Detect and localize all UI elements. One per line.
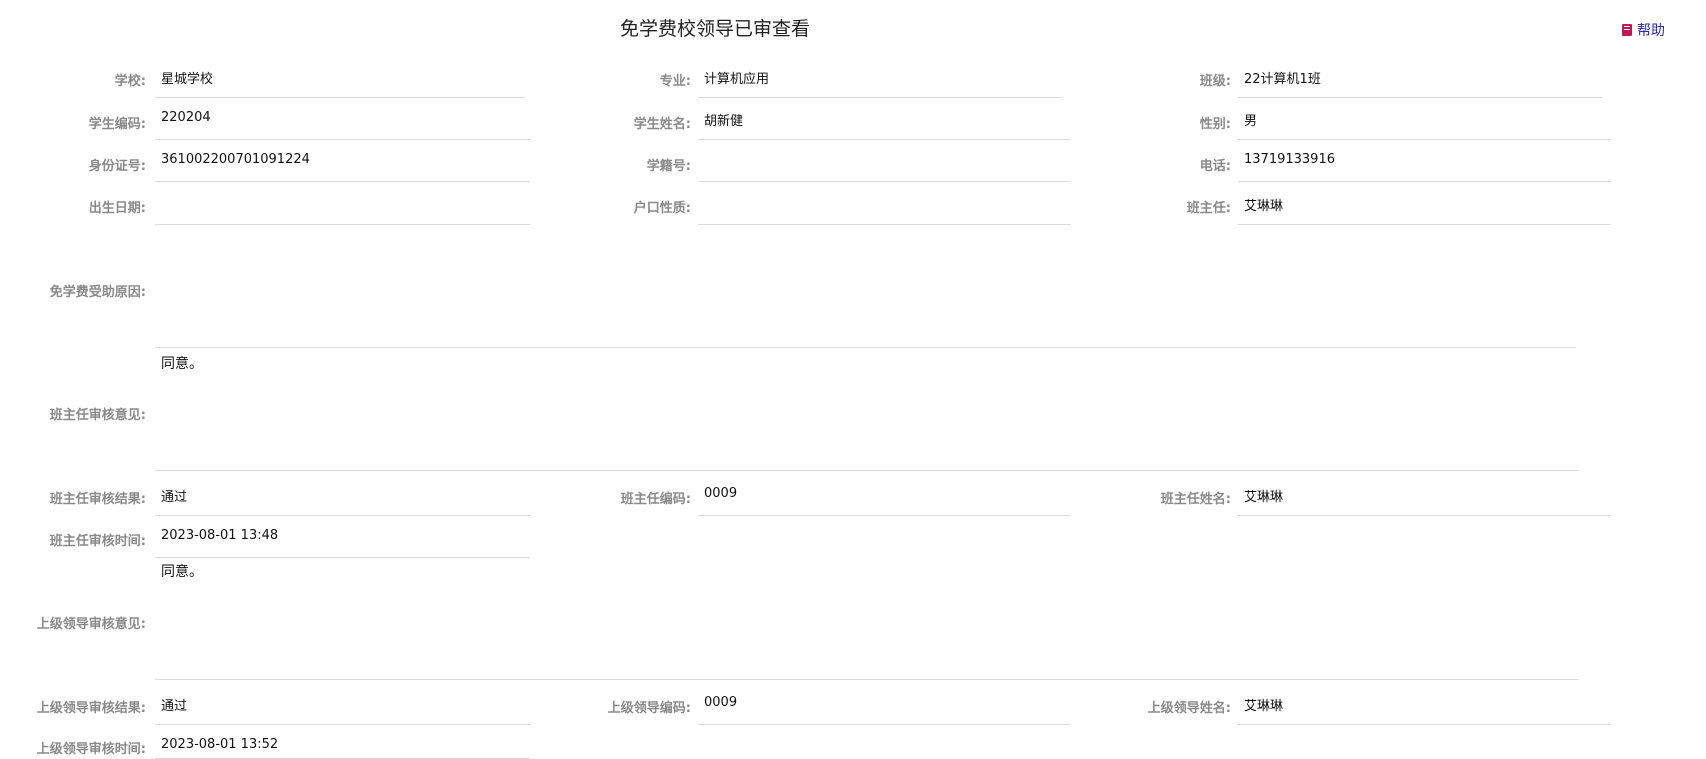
phone-label: 电话: xyxy=(1199,159,1231,174)
book-icon xyxy=(1622,24,1632,36)
page-title: 免学费校领导已审查看 xyxy=(619,18,810,40)
aid-reason-label: 免学费受助原因: xyxy=(49,285,146,300)
leader-code-field[interactable]: 0009 xyxy=(698,689,1071,725)
leader-name-label: 上级领导姓名: xyxy=(1147,701,1231,716)
student-registry-label: 学籍号: xyxy=(646,159,691,174)
major-field[interactable]: 计算机应用 xyxy=(698,62,1063,98)
teacher-time-field[interactable]: 2023-08-01 13:48 xyxy=(155,522,530,558)
student-name-field[interactable]: 胡新健 xyxy=(698,104,1071,140)
student-registry-field[interactable] xyxy=(698,146,1071,182)
leader-code-label: 上级领导编码: xyxy=(607,701,691,716)
student-code-label: 学生编码: xyxy=(88,117,146,132)
teacher-result-label: 班主任审核结果: xyxy=(49,492,146,507)
leader-opinion-label: 上级领导审核意见: xyxy=(36,617,146,632)
teacher-name-label: 班主任姓名: xyxy=(1160,492,1231,507)
aid-reason-textarea[interactable] xyxy=(155,226,1576,348)
student-name-label: 学生姓名: xyxy=(633,117,691,132)
id-number-label: 身份证号: xyxy=(88,159,146,174)
id-number-field[interactable]: 361002200701091224 xyxy=(155,146,530,182)
head-teacher-field[interactable]: 艾琳琳 xyxy=(1238,189,1611,225)
gender-field[interactable]: 男 xyxy=(1238,104,1611,140)
teacher-opinion-label: 班主任审核意见: xyxy=(49,408,146,423)
class-field[interactable]: 22计算机1班 xyxy=(1238,62,1602,98)
teacher-code-field[interactable]: 0009 xyxy=(698,480,1071,516)
teacher-code-label: 班主任编码: xyxy=(620,492,691,507)
leader-time-field[interactable]: 2023-08-01 13:52 xyxy=(155,731,530,759)
leader-name-field[interactable]: 艾琳琳 xyxy=(1238,689,1611,725)
school-label: 学校: xyxy=(114,74,146,89)
teacher-time-label: 班主任审核时间: xyxy=(49,534,146,549)
teacher-result-field[interactable]: 通过 xyxy=(155,480,530,516)
leader-time-label: 上级领导审核时间: xyxy=(36,742,146,757)
help-link[interactable]: 帮助 xyxy=(1622,20,1665,40)
leader-result-label: 上级领导审核结果: xyxy=(36,701,146,716)
birth-date-label: 出生日期: xyxy=(88,201,146,216)
teacher-name-field[interactable]: 艾琳琳 xyxy=(1238,480,1611,516)
teacher-opinion-textarea[interactable]: 同意。 xyxy=(155,349,1579,471)
head-teacher-label: 班主任: xyxy=(1186,201,1231,216)
birth-date-field[interactable] xyxy=(155,189,530,225)
phone-field[interactable]: 13719133916 xyxy=(1238,146,1611,182)
gender-label: 性别: xyxy=(1199,117,1231,132)
class-label: 班级: xyxy=(1199,74,1231,89)
student-code-field[interactable]: 220204 xyxy=(155,104,530,140)
leader-opinion-textarea[interactable]: 同意。 xyxy=(155,557,1579,680)
school-field[interactable]: 星城学校 xyxy=(155,62,525,98)
major-label: 专业: xyxy=(659,74,691,89)
leader-result-field[interactable]: 通过 xyxy=(155,689,530,725)
hukou-type-field[interactable] xyxy=(698,189,1071,225)
hukou-type-label: 户口性质: xyxy=(633,201,691,216)
help-label: 帮助 xyxy=(1637,23,1665,39)
